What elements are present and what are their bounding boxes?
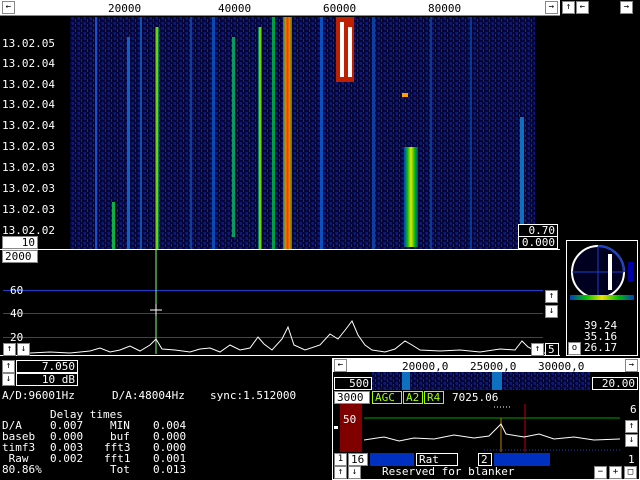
time-label: 13.02.03 [2,203,55,216]
spectrum-trace [29,249,555,354]
bottom-left-value-2[interactable]: 16 [348,453,368,466]
bottom-up-button[interactable]: ↑ [334,466,347,479]
spectrum-left-down-button[interactable]: ↓ [17,343,30,356]
waterfall-scale-bar [0,0,560,16]
a-button[interactable]: A2 [403,391,423,404]
r-button[interactable]: R4 [424,391,444,404]
level-value: 50 [343,413,357,426]
avg-down-button[interactable]: ↓ [2,373,15,386]
delay-cell: 0.013 [153,463,187,476]
spectrum-right-up-button[interactable]: ↑ [531,343,544,356]
delay-cell: 0.002 [50,452,84,465]
plus-button[interactable]: + [609,466,622,479]
waterfall-next-button[interactable]: → [545,1,558,14]
time-label: 13.02.04 [2,119,55,132]
waterfall-prev-button[interactable]: ← [2,1,15,14]
time-label: 13.02.04 [2,98,55,111]
right-scale-bottom: 1 [628,453,635,466]
delay-cell: 80.86% [2,463,42,476]
meter-o-button[interactable]: o [568,342,581,355]
time-label: 13.02.04 [2,78,55,91]
baseband-spectrum [364,404,620,452]
freq-tick-20000: 20000 [108,2,142,15]
baseband-waterfall[interactable] [372,372,590,390]
baseband-left-button[interactable]: ← [334,359,347,372]
minus-button[interactable]: − [594,466,607,479]
baseband-right-button[interactable]: → [625,359,638,372]
waterfall-display[interactable]: 13.02.05 13.02.04 13.02.04 13.02.04 13.0… [0,17,560,249]
right-scale-top: 6 [630,403,637,416]
freq-tick-40000: 40000 [218,2,252,15]
close-button[interactable]: □ [624,466,637,479]
agc-button[interactable]: AGC [372,391,402,404]
sync-value: sync:1.512000 [210,389,297,402]
avg-value[interactable]: 7.050 [16,360,78,373]
baseband-right-value[interactable]: 20.00 [592,377,638,390]
spectrum-right-value[interactable]: 5 [545,343,559,356]
baseband-marker [334,426,338,429]
delay-cell: Tot [110,463,130,476]
avg-up-button[interactable]: ↑ [2,360,15,373]
spectrum-up-button[interactable]: ↑ [545,290,558,303]
time-label: 13.02.04 [2,57,55,70]
level-bar[interactable] [340,404,362,452]
freq-tick-80000: 80000 [428,2,462,15]
polar-scope [570,245,634,300]
baseband-up-button[interactable]: ↑ [625,420,638,433]
baseband-left-value[interactable]: 500 [334,377,372,390]
spectrum-down-button[interactable]: ↓ [545,305,558,318]
bottom-left-value-1[interactable]: 1 [334,453,347,466]
time-label: 13.02.05 [2,37,55,50]
baseband-down-button[interactable]: ↓ [625,434,638,447]
db-value[interactable]: 10 dB [16,373,78,386]
blanker-text: Reserved for blanker [382,465,515,478]
time-label: 13.02.03 [2,140,55,153]
ad-rate: A/D:96001Hz [2,389,75,402]
spectrum-left-up-button[interactable]: ↑ [3,343,16,356]
meter-value-3: 26.17 [584,341,618,354]
bottom-down-button[interactable]: ↓ [348,466,361,479]
da-rate: D/A:48004Hz [112,389,185,402]
waterfall-collapse-button[interactable]: ↑ [562,1,575,14]
time-label: 13.02.03 [2,161,55,174]
waterfall-left-button[interactable]: ← [576,1,589,14]
waterfall-right-button[interactable]: → [620,1,633,14]
time-label: 13.02.03 [2,182,55,195]
freq-tick-60000: 60000 [323,2,357,15]
freq-readout: 7025.06 [452,391,499,404]
bandwidth-value[interactable]: 3000 [334,391,370,404]
waterfall-gain-bottom[interactable]: 0.000 [518,236,558,249]
waterfall-zoom-value[interactable]: 10 [2,236,38,249]
